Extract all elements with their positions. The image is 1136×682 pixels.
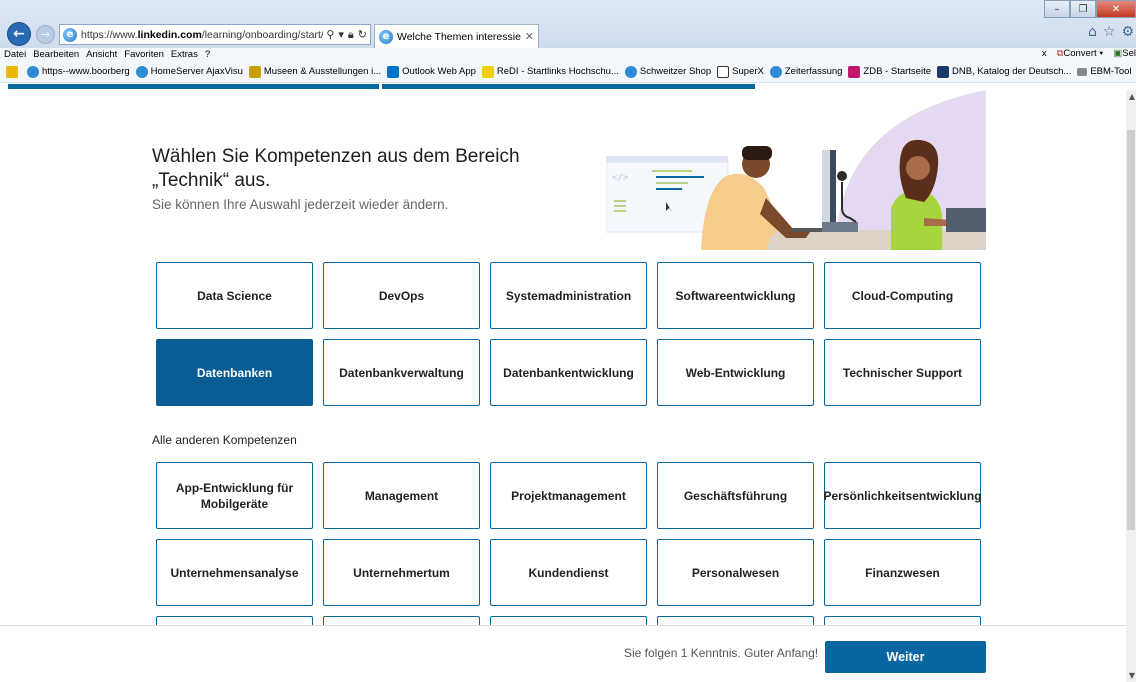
skill-tile[interactable]: Geschäftsführung — [657, 462, 814, 529]
hero-illustration: </> — [606, 90, 986, 250]
menu-ansicht[interactable]: Ansicht — [86, 49, 117, 60]
browser-tab[interactable]: e Welche Themen interessier... ✕ — [374, 24, 539, 48]
close-window-button[interactable]: ✕ — [1096, 0, 1136, 18]
outlook-icon — [387, 65, 400, 78]
other-skill-grid: App-Entwicklung für Mobilgeräte Manageme… — [156, 462, 982, 628]
menubar-close[interactable]: x — [1042, 48, 1047, 59]
page-scrollbar[interactable]: ▲ ▼ — [1126, 90, 1136, 682]
museum-fav-icon — [248, 65, 261, 78]
skill-tile[interactable]: Datenbankentwicklung — [490, 339, 647, 406]
fav-item-superx[interactable]: SuperX — [717, 65, 764, 78]
menu-help[interactable]: ? — [205, 49, 210, 60]
scroll-thumb[interactable] — [1127, 130, 1135, 530]
forward-button[interactable]: → — [36, 25, 55, 44]
back-button[interactable]: ← — [7, 22, 31, 46]
skill-tile[interactable]: DevOps — [323, 262, 480, 329]
info-fav-icon — [481, 65, 494, 78]
fav-item-dnb[interactable]: DNB, Katalog der Deutsch... — [937, 65, 1071, 78]
other-skills-heading: Alle anderen Kompetenzen — [152, 433, 297, 447]
address-bar[interactable]: e https://www.linkedin.com/learning/onbo… — [59, 24, 371, 45]
select-button[interactable]: ▣Sel — [1113, 48, 1136, 59]
dnb-icon — [937, 65, 949, 78]
menu-bearbeiten[interactable]: Bearbeiten — [33, 49, 79, 60]
restore-button[interactable]: ❐ — [1070, 0, 1096, 18]
zdb-icon — [848, 65, 861, 78]
menu-datei[interactable]: Datei — [4, 49, 26, 60]
fav-item-homeserver[interactable]: HomeServer AjaxVisu — [135, 65, 243, 78]
dropdown-icon[interactable]: ▾ — [338, 28, 344, 41]
fav-item-zdb[interactable]: ZDB - Startseite — [848, 65, 931, 78]
page-title: Wählen Sie Kompetenzen aus dem Bereich „… — [152, 146, 520, 191]
favorites-star[interactable] — [6, 65, 21, 78]
gear-icon[interactable]: ⚙ — [1121, 24, 1134, 40]
skill-tile[interactable]: Personalwesen — [657, 539, 814, 606]
ie-fav-icon — [27, 65, 39, 78]
ie-fav-icon — [769, 65, 782, 78]
fav-item-redi[interactable]: ReDI - Startlinks Hochschu... — [481, 65, 619, 78]
footer-bar: Sie folgen 1 Kenntnis. Guter Anfang! Wei… — [0, 625, 1136, 682]
superx-icon — [717, 65, 730, 78]
skill-tile[interactable]: App-Entwicklung für Mobilgeräte — [156, 462, 313, 529]
ebm-icon — [1077, 67, 1088, 76]
svg-text:</>: </> — [612, 173, 629, 183]
follow-status-text: Sie folgen 1 Kenntnis. Guter Anfang! — [624, 646, 819, 660]
window-controls: – ❐ ✕ — [1044, 0, 1136, 18]
fav-item-zeiterfassung[interactable]: Zeiterfassung — [769, 65, 842, 78]
page-subtitle: Sie können Ihre Auswahl jederzeit wieder… — [152, 197, 449, 212]
progress-segment-2 — [382, 84, 755, 89]
fav-item-schweitzer[interactable]: Schweitzer Shop — [624, 65, 711, 78]
tab-title: Welche Themen interessier... — [397, 30, 521, 43]
ie-fav-icon — [624, 65, 637, 78]
star-icon[interactable]: ☆ — [1103, 24, 1116, 40]
ie-tab-icon: e — [379, 29, 393, 44]
skill-tile[interactable]: Kundendienst — [490, 539, 647, 606]
fav-item-museen[interactable]: Museen & Ausstellungen i... — [248, 65, 381, 78]
minimize-button[interactable]: – — [1044, 0, 1070, 18]
skill-tile[interactable]: Unternehmertum — [323, 539, 480, 606]
skill-tile[interactable]: Projektmanagement — [490, 462, 647, 529]
skill-tile[interactable]: Softwareentwicklung — [657, 262, 814, 329]
fav-item-ebm[interactable]: EBM-Tool — [1077, 66, 1132, 77]
scroll-up-icon[interactable]: ▲ — [1129, 92, 1135, 101]
skill-tile[interactable]: Datenbankverwaltung — [323, 339, 480, 406]
next-button[interactable]: Weiter — [825, 641, 986, 673]
favorites-star-icon — [6, 65, 18, 78]
skill-tile[interactable]: Persönlichkeitsentwicklung — [823, 462, 982, 529]
skill-tile[interactable]: Unternehmensanalyse — [156, 539, 313, 606]
tech-skill-grid: Data Science DevOps Systemadministration… — [156, 262, 981, 406]
home-icon[interactable]: ⌂ — [1088, 24, 1097, 40]
menu-bar: Datei Bearbeiten Ansicht Favoriten Extra… — [0, 48, 1136, 61]
search-icon[interactable]: ⚲ — [326, 28, 334, 41]
page-content: Wählen Sie Kompetenzen aus dem Bereich „… — [0, 90, 1136, 682]
convert-button[interactable]: ⧉Convert ▾ — [1057, 48, 1104, 59]
progress-segment-1 — [8, 84, 379, 89]
menu-favoriten[interactable]: Favoriten — [124, 49, 164, 60]
fav-item-outlook[interactable]: Outlook Web App — [387, 65, 476, 78]
lock-icon[interactable]: 🔒︎ — [348, 28, 354, 42]
ie-fav-icon — [135, 65, 148, 78]
menu-extras[interactable]: Extras — [171, 49, 198, 60]
refresh-icon[interactable]: ↻ — [358, 28, 367, 41]
browser-titlebar: ← → e https://www.linkedin.com/learning/… — [0, 0, 1136, 48]
tab-close-icon[interactable]: ✕ — [525, 30, 534, 43]
skill-tile[interactable]: Finanzwesen — [824, 539, 981, 606]
skill-tile[interactable]: Web-Entwicklung — [657, 339, 814, 406]
scroll-down-icon[interactable]: ▼ — [1129, 671, 1135, 680]
skill-tile[interactable]: Technischer Support — [824, 339, 981, 406]
ie-icon: e — [63, 27, 77, 42]
skill-tile-selected[interactable]: Datenbanken — [156, 339, 313, 406]
skill-tile[interactable]: Cloud-Computing — [824, 262, 981, 329]
skill-tile[interactable]: Systemadministration — [490, 262, 647, 329]
select-icon: ▣ — [1113, 48, 1123, 59]
skill-tile[interactable]: Data Science — [156, 262, 313, 329]
skill-tile[interactable]: Management — [323, 462, 480, 529]
fav-item-boorberg[interactable]: https--www.boorberg — [27, 65, 130, 78]
url-text[interactable]: https://www.linkedin.com/learning/onboar… — [81, 29, 323, 41]
favorites-bar: https--www.boorberg HomeServer AjaxVisu … — [0, 61, 1136, 83]
